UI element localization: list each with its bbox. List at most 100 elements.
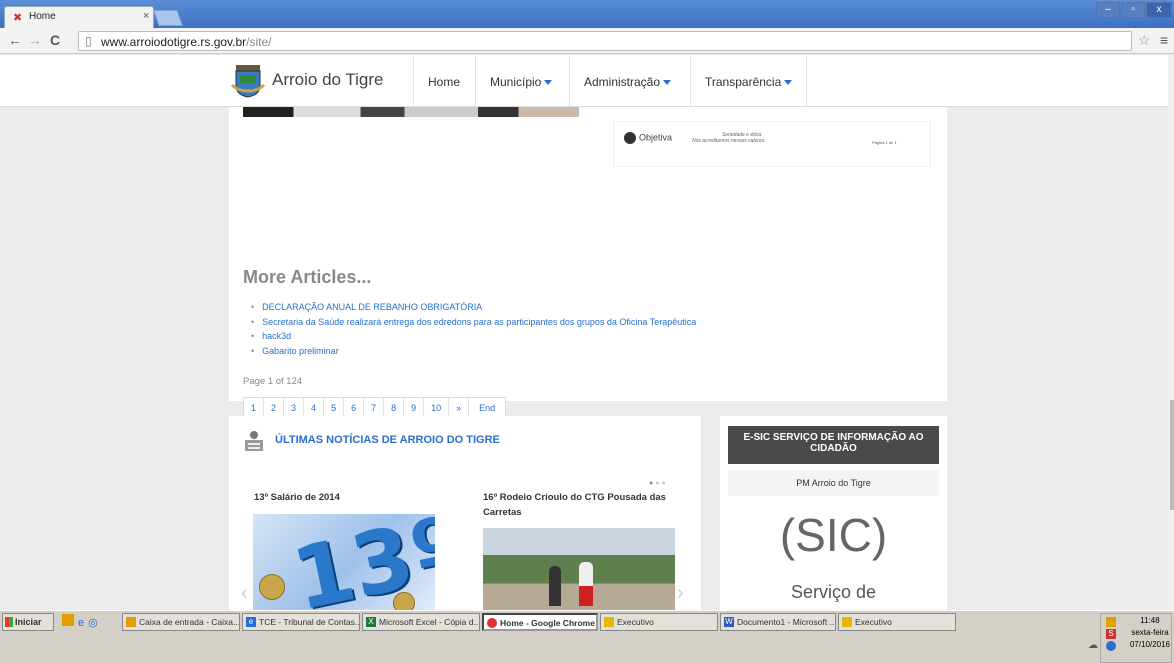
- page-end[interactable]: End: [469, 398, 505, 418]
- nav-municipio[interactable]: Município: [475, 55, 566, 107]
- taskbar-btn-tce[interactable]: e TCE - Tribunal de Contas...: [242, 613, 360, 631]
- coat-of-arms-logo-icon[interactable]: [230, 63, 266, 99]
- browser-menu-icon[interactable]: ≡: [1160, 32, 1168, 48]
- more-articles-heading: More Articles...: [243, 267, 372, 287]
- esic-panel: E-SIC SERVIÇO DE INFORMAÇÃO AO CIDADÃO P…: [720, 416, 947, 610]
- taskbar-btn-executivo-2[interactable]: Executivo: [838, 613, 956, 631]
- news-image-13-salario[interactable]: 13º: [253, 514, 435, 610]
- page-link-2[interactable]: 2: [264, 398, 285, 418]
- page-link-4[interactable]: 4: [304, 398, 325, 418]
- news-panel: ÚLTIMAS NOTÍCIAS DE ARROIO DO TIGRE ●●● …: [229, 416, 701, 610]
- news-title-2[interactable]: 16º Rodeio Crioulo do CTG Pousada das Ca…: [483, 490, 683, 520]
- site-brand[interactable]: Arroio do Tigre: [272, 70, 384, 90]
- esic-service-text: Serviço de: [790, 582, 877, 602]
- clock[interactable]: 11:48 sexta-feira 07/10/2016: [1127, 615, 1173, 651]
- article-panel: Objetiva Seriedade e ética: Nós acreditam…: [229, 107, 947, 419]
- doc-tagline: Seriedade e ética: Nós acreditamos nesses…: [692, 132, 766, 144]
- quick-launch: e ◎: [62, 614, 98, 629]
- objetiva-logo: Objetiva: [624, 132, 672, 144]
- site-favicon-icon: ✖: [13, 12, 23, 24]
- nav-home-label: Home: [428, 75, 461, 89]
- esic-heading[interactable]: E-SIC SERVIÇO DE INFORMAÇÃO AO CIDADÃO: [728, 426, 939, 464]
- more-articles-list: DECLARAÇÃO ANUAL DE REBANHO OBRIGATÓRIA …: [251, 300, 696, 358]
- article-link[interactable]: Gabarito preliminar: [251, 344, 696, 359]
- start-button[interactable]: Iniciar: [2, 613, 54, 631]
- nav-transparencia[interactable]: Transparência: [690, 55, 808, 107]
- taskbar-label: TCE - Tribunal de Contas...: [259, 617, 360, 627]
- site-navbar: Arroio do Tigre Home Município Administr…: [0, 55, 1168, 107]
- carousel-dots[interactable]: ●●●: [649, 480, 668, 487]
- doc-page-label: Página 1 de 1: [872, 140, 897, 145]
- nav-administracao[interactable]: Administração: [569, 55, 685, 107]
- scrollbar-thumb[interactable]: [1170, 400, 1174, 510]
- browser-tab[interactable]: ✖ Home ×: [4, 6, 154, 28]
- clock-time: 11:48: [1140, 616, 1160, 625]
- page-link-1[interactable]: 1: [244, 398, 265, 418]
- carousel-next-icon[interactable]: ›: [677, 582, 684, 605]
- taskbar-btn-executivo[interactable]: Executivo: [600, 613, 718, 631]
- browser-toolbar: ← → C ▯ www.arroiodotigre.rs.gov.br/site…: [0, 28, 1174, 54]
- url-host: www.arroiodotigre.rs.gov.br: [101, 35, 247, 49]
- news-title-1[interactable]: 13º Salário de 2014: [254, 490, 454, 505]
- ie-icon: e: [246, 617, 256, 627]
- maximize-button[interactable]: ▫: [1121, 2, 1145, 18]
- bookmark-star-icon[interactable]: ☆: [1138, 32, 1151, 49]
- outlook-icon[interactable]: [62, 614, 74, 626]
- excel-icon: X: [366, 617, 376, 627]
- news-image-13-text: 13º: [284, 514, 435, 610]
- globe-tray-icon[interactable]: [1106, 641, 1116, 651]
- outlook-tray-icon[interactable]: [1106, 617, 1116, 627]
- taskbar-label: Documento1 - Microsoft ...: [737, 617, 836, 627]
- nav-home[interactable]: Home: [413, 55, 474, 107]
- back-icon[interactable]: ←: [8, 32, 22, 48]
- taskbar-btn-excel[interactable]: X Microsoft Excel - Cópia d...: [362, 613, 480, 631]
- taskbar-label: Executivo: [855, 617, 892, 627]
- taskbar-label: Caixa de entrada - Caixa...: [139, 617, 240, 627]
- taskbar-label: Microsoft Excel - Cópia d...: [379, 617, 480, 627]
- page-link-3[interactable]: 3: [284, 398, 305, 418]
- esic-subtitle: PM Arroio do Tigre: [728, 470, 939, 496]
- taskbar-btn-outlook[interactable]: Caixa de entrada - Caixa...: [122, 613, 240, 631]
- page-counter: Page 1 of 124: [243, 376, 303, 387]
- chevron-down-icon: [784, 80, 793, 86]
- url-path: /site/: [246, 35, 272, 49]
- minimize-button[interactable]: –: [1096, 2, 1120, 18]
- tab-close-icon[interactable]: ×: [143, 10, 149, 22]
- taskbar-btn-word[interactable]: W Documento1 - Microsoft ...: [720, 613, 836, 631]
- new-tab-button[interactable]: [153, 10, 183, 26]
- desktop-icon[interactable]: ◎: [88, 617, 98, 629]
- taskbar-label: Executivo: [617, 617, 654, 627]
- article-link[interactable]: hack3d: [251, 329, 696, 344]
- page-next[interactable]: »: [449, 398, 470, 418]
- article-link[interactable]: Secretaria da Saúde realizará entrega do…: [251, 315, 696, 330]
- close-window-button[interactable]: x: [1146, 2, 1172, 18]
- article-link[interactable]: DECLARAÇÃO ANUAL DE REBANHO OBRIGATÓRIA: [251, 300, 696, 315]
- nav-administracao-label: Administração: [584, 75, 661, 89]
- reload-icon[interactable]: C: [50, 32, 60, 48]
- taskbar-btn-chrome[interactable]: Home - Google Chrome: [482, 613, 598, 631]
- folder-icon: [842, 617, 852, 627]
- tab-title: Home: [29, 11, 56, 22]
- page-link-7[interactable]: 7: [364, 398, 385, 418]
- browser-titlebar: ✖ Home × – ▫ x: [0, 0, 1174, 28]
- carousel-prev-icon[interactable]: ‹: [241, 582, 248, 605]
- chevron-down-icon: [544, 80, 553, 86]
- doc-logo-text: Objetiva: [639, 132, 673, 143]
- document-image: Objetiva Seriedade e ética: Nós acreditam…: [613, 121, 931, 167]
- news-image-rodeio[interactable]: [483, 528, 675, 610]
- page-link-9[interactable]: 9: [404, 398, 425, 418]
- forward-icon[interactable]: →: [28, 32, 42, 48]
- clock-date: 07/10/2016: [1129, 640, 1171, 649]
- address-bar[interactable]: ▯ www.arroiodotigre.rs.gov.br/site/: [78, 31, 1132, 51]
- news-heading: ÚLTIMAS NOTÍCIAS DE ARROIO DO TIGRE: [275, 434, 500, 446]
- page-link-8[interactable]: 8: [384, 398, 405, 418]
- page-link-5[interactable]: 5: [324, 398, 345, 418]
- page-link-6[interactable]: 6: [344, 398, 365, 418]
- esic-big-text[interactable]: (SIC): [720, 508, 947, 562]
- folder-icon: [604, 617, 614, 627]
- page-scrollbar[interactable]: [1168, 55, 1174, 610]
- ie-icon[interactable]: e: [78, 617, 84, 629]
- antivirus-tray-icon[interactable]: S: [1106, 629, 1116, 639]
- network-icon[interactable]: ☁: [1088, 641, 1098, 651]
- page-link-10[interactable]: 10: [424, 398, 450, 418]
